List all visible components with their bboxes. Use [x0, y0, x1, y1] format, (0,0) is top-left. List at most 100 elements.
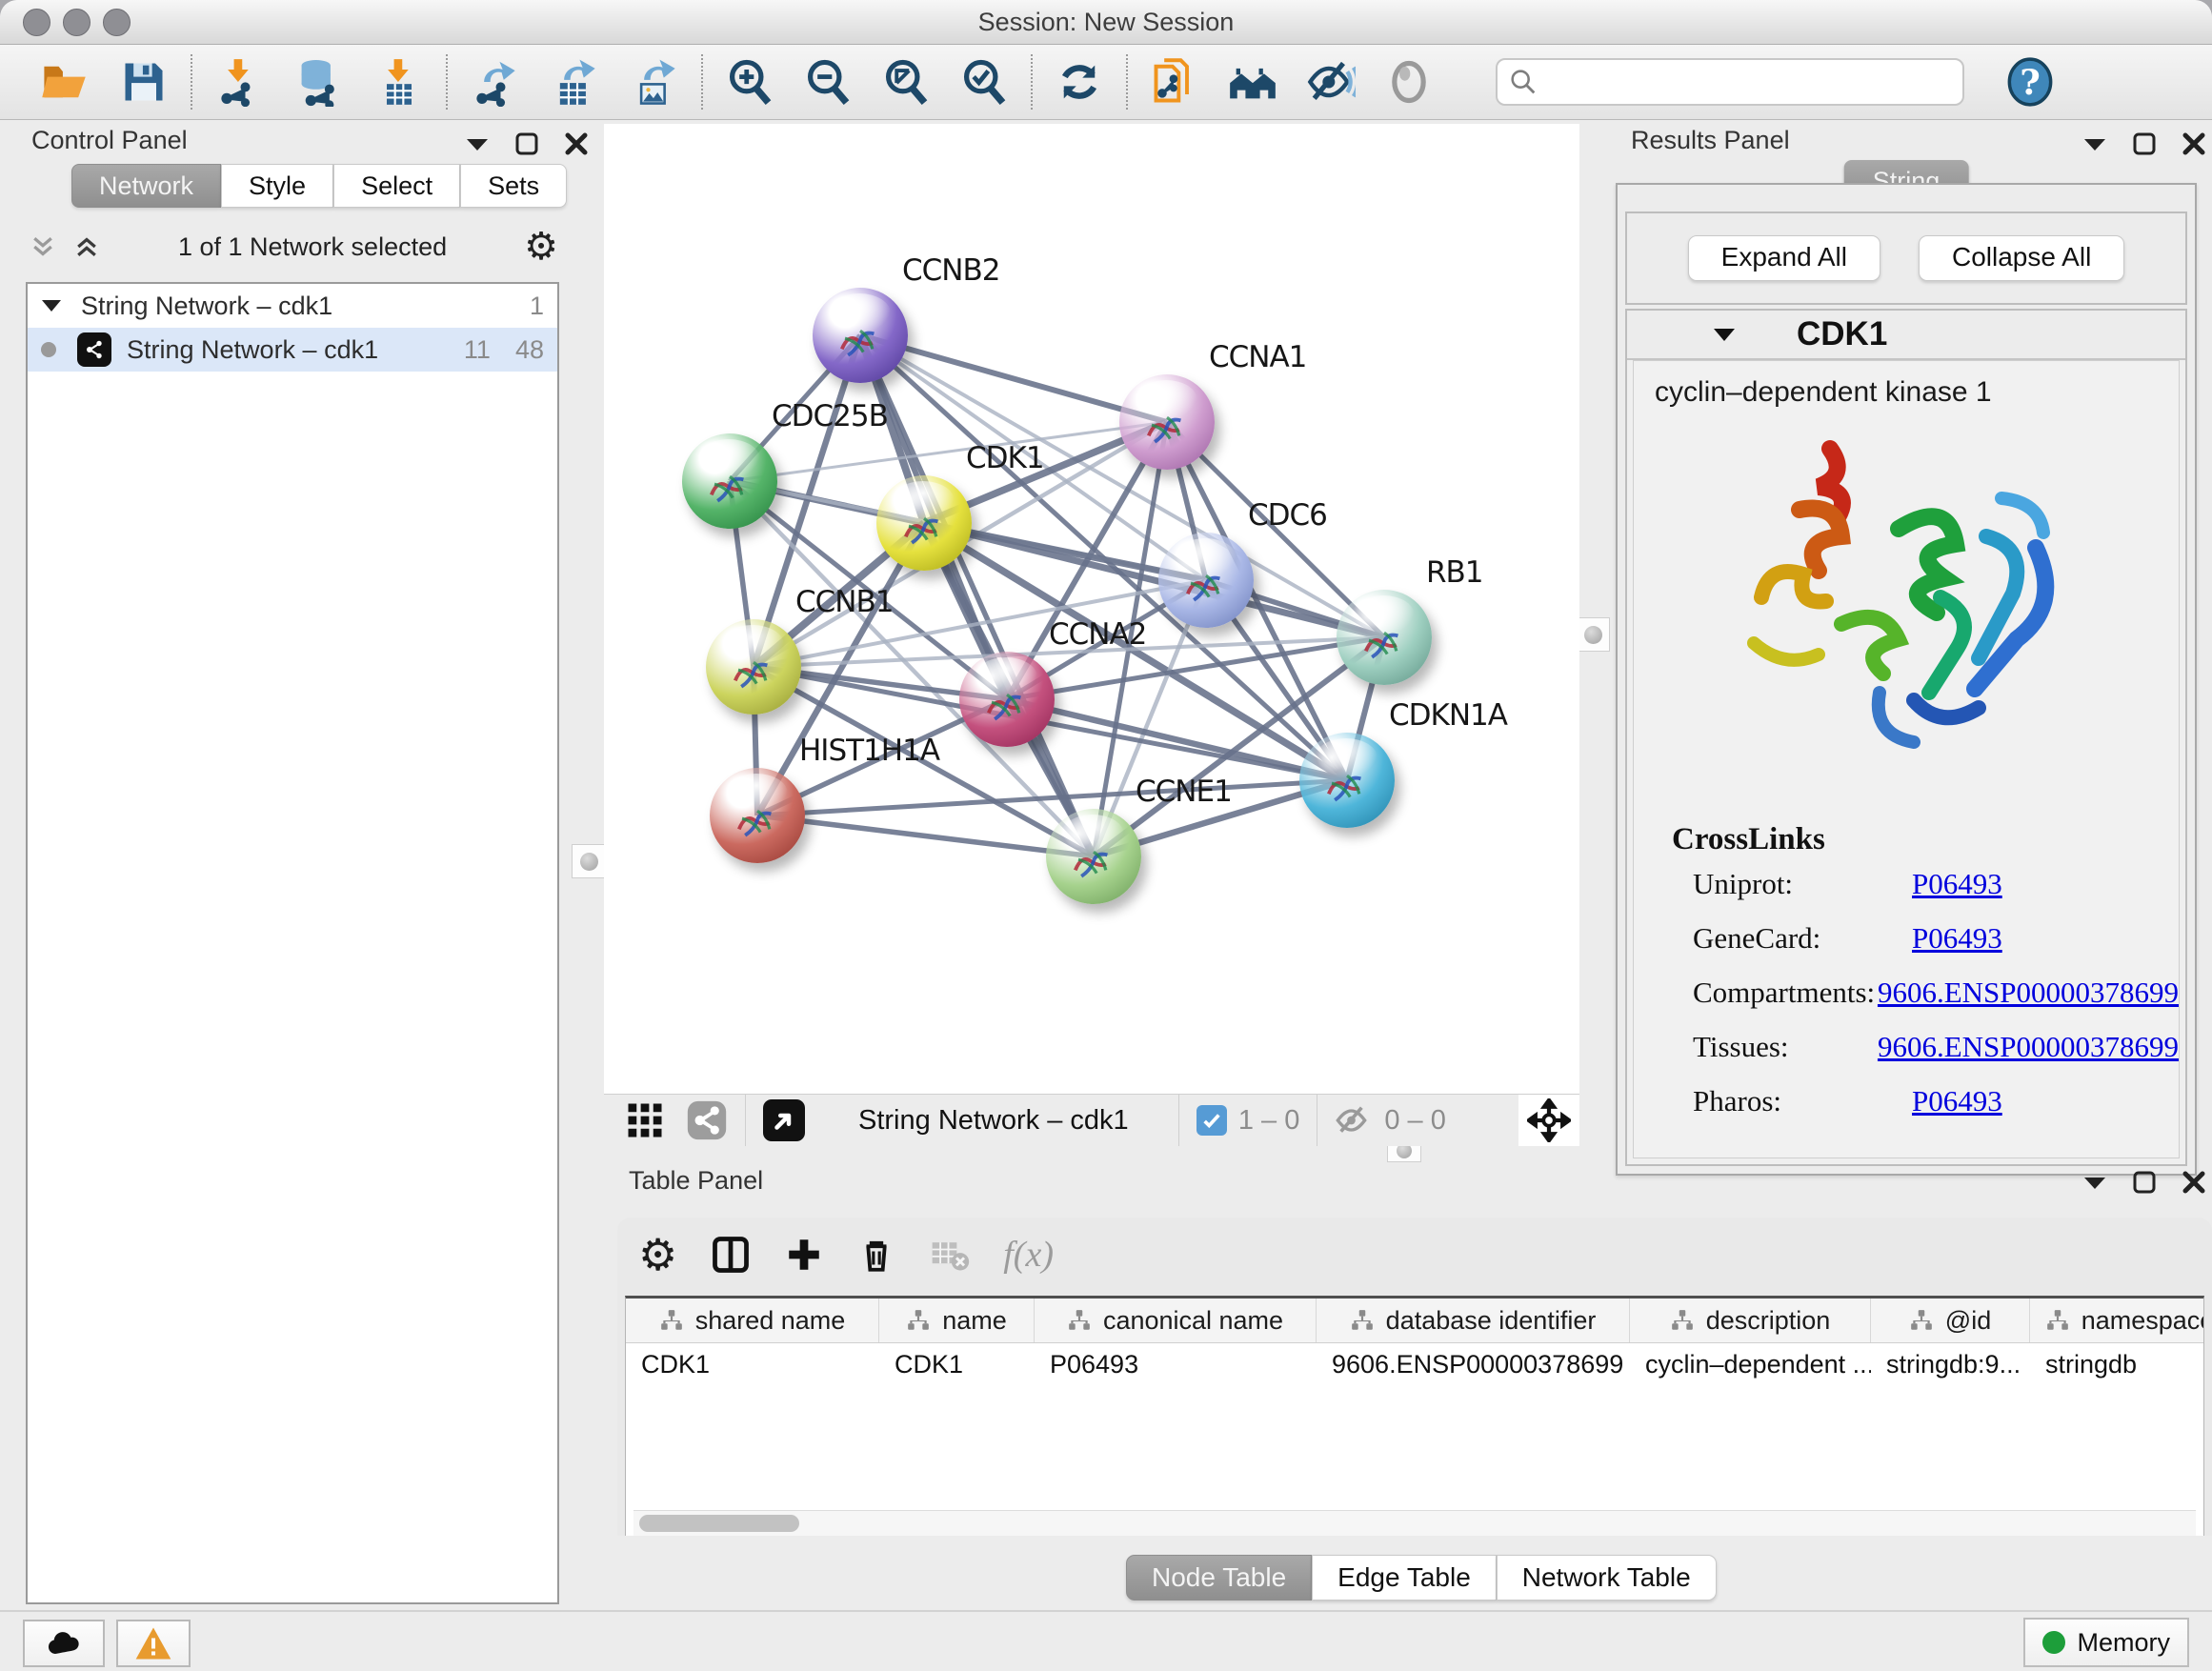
save-session-icon[interactable]: [118, 56, 170, 108]
column-header-shared-name[interactable]: shared name: [626, 1299, 879, 1342]
panel-menu-icon[interactable]: [465, 135, 490, 152]
share-view-icon[interactable]: [686, 1099, 728, 1141]
birdseye-view-icon[interactable]: [763, 1099, 805, 1141]
table-cell[interactable]: CDK1: [626, 1350, 879, 1379]
network-row[interactable]: String Network – cdk1 11 48: [28, 328, 557, 372]
show-columns-icon[interactable]: [710, 1234, 752, 1276]
column-header-namespace[interactable]: namespace: [2030, 1299, 2204, 1342]
column-header-description[interactable]: description: [1630, 1299, 1871, 1342]
network-node-cdc6[interactable]: [1158, 533, 1254, 628]
open-session-icon[interactable]: [38, 56, 90, 108]
delete-column-icon[interactable]: [856, 1235, 896, 1275]
collection-expander-icon[interactable]: [41, 298, 62, 313]
search-box[interactable]: [1496, 58, 1964, 106]
network-node-ccnb2[interactable]: [813, 288, 908, 383]
table-cell[interactable]: stringdb:9...: [1871, 1350, 2030, 1379]
export-network-icon[interactable]: [469, 56, 520, 108]
crosslink-link[interactable]: P06493: [1912, 1084, 2002, 1118]
memory-button[interactable]: Memory: [2023, 1618, 2189, 1667]
maximize-window-button[interactable]: [103, 9, 131, 36]
crosslink-link[interactable]: P06493: [1912, 921, 2002, 956]
table-cell[interactable]: P06493: [1035, 1350, 1317, 1379]
selected-checkbox-icon[interactable]: [1196, 1105, 1227, 1136]
network-node-cdkn1a[interactable]: [1299, 733, 1395, 828]
network-node-ccne1[interactable]: [1046, 809, 1141, 904]
network-node-cdk1[interactable]: [876, 475, 972, 571]
network-edge[interactable]: [860, 335, 1094, 856]
pan-tool[interactable]: [1518, 1095, 1579, 1146]
right-splitter-grip[interactable]: [1576, 617, 1610, 652]
minimize-window-button[interactable]: [63, 9, 90, 36]
zoom-out-icon[interactable]: [802, 56, 854, 108]
expand-all-button[interactable]: Expand All: [1688, 235, 1880, 281]
panel-float-icon[interactable]: [2132, 1170, 2157, 1195]
table-cell[interactable]: 9606.ENSP00000378699: [1317, 1350, 1630, 1379]
table-horizontal-scrollbar[interactable]: [633, 1510, 2196, 1536]
help-icon[interactable]: ?: [2004, 56, 2056, 108]
node-gloss: [1135, 380, 1197, 420]
search-input[interactable]: [1539, 67, 1953, 98]
svg-text:?: ?: [2020, 61, 2041, 103]
grid-view-icon[interactable]: [625, 1100, 665, 1140]
export-table-icon[interactable]: [549, 56, 600, 108]
table-cell[interactable]: stringdb: [2030, 1350, 2204, 1379]
zoom-in-icon[interactable]: [724, 56, 775, 108]
network-canvas[interactable]: CCNB2CCNA1CDC25BCDK1CDC6RB1CCNB1CCNA2CDK…: [604, 124, 1579, 1094]
zoom-fit-icon[interactable]: [880, 56, 932, 108]
collapse-all-button[interactable]: Collapse All: [1919, 235, 2124, 281]
panel-float-icon[interactable]: [514, 131, 539, 156]
import-network-file-icon[interactable]: [213, 56, 265, 108]
export-image-icon[interactable]: [629, 56, 680, 108]
close-window-button[interactable]: [23, 9, 50, 36]
column-header--id[interactable]: @id: [1871, 1299, 2030, 1342]
network-options-gear-icon[interactable]: ⚙: [524, 225, 558, 269]
tab-select[interactable]: Select: [333, 164, 460, 208]
network-node-ccna2[interactable]: [959, 652, 1055, 747]
network-node-ccnb1[interactable]: [706, 619, 801, 715]
network-node-rb1[interactable]: [1337, 590, 1432, 685]
memory-status-icon: [2042, 1631, 2065, 1654]
network-edge[interactable]: [757, 815, 1094, 856]
gene-section-header[interactable]: CDK1: [1627, 311, 2185, 360]
table-cell[interactable]: CDK1: [879, 1350, 1035, 1379]
crosslink-link[interactable]: 9606.ENSP00000378699: [1878, 1030, 2179, 1064]
warning-status-button[interactable]: [116, 1620, 191, 1667]
network-node-hist1h1a[interactable]: [710, 768, 805, 863]
tab-sets[interactable]: Sets: [460, 164, 567, 208]
left-splitter-grip[interactable]: [572, 844, 606, 878]
table-tabs: Node Table Edge Table Network Table: [1126, 1555, 1717, 1601]
panel-menu-icon[interactable]: [2082, 1174, 2107, 1191]
tab-network-table[interactable]: Network Table: [1497, 1555, 1717, 1601]
crosslink-link[interactable]: P06493: [1912, 867, 2002, 901]
open-in-string-icon[interactable]: [1149, 56, 1200, 108]
tab-style[interactable]: Style: [221, 164, 333, 208]
table-row[interactable]: CDK1CDK1P064939606.ENSP00000378699cyclin…: [626, 1343, 2203, 1385]
import-table-file-icon[interactable]: [373, 56, 425, 108]
add-column-icon[interactable]: [784, 1235, 824, 1275]
import-network-database-icon[interactable]: [293, 56, 345, 108]
column-header-name[interactable]: name: [879, 1299, 1035, 1342]
tab-edge-table[interactable]: Edge Table: [1312, 1555, 1497, 1601]
panel-close-icon[interactable]: [564, 131, 589, 156]
column-header-database-identifier[interactable]: database identifier: [1317, 1299, 1630, 1342]
network-node-cdc25b[interactable]: [682, 433, 777, 529]
crosslink-link[interactable]: 9606.ENSP00000378699: [1878, 976, 2179, 1010]
cloud-status-button[interactable]: [23, 1620, 105, 1667]
scrollbar-thumb[interactable]: [639, 1515, 799, 1532]
hide-selected-icon[interactable]: [1305, 56, 1357, 108]
column-header-canonical-name[interactable]: canonical name: [1035, 1299, 1317, 1342]
network-collection-row[interactable]: String Network – cdk1 1: [28, 284, 557, 328]
collapse-all-icon[interactable]: [29, 232, 57, 261]
refresh-icon[interactable]: [1054, 56, 1105, 108]
table-settings-gear-icon[interactable]: ⚙: [638, 1229, 677, 1280]
show-all-icon[interactable]: [1383, 56, 1435, 108]
panel-close-icon[interactable]: [2182, 1170, 2206, 1195]
first-neighbors-icon[interactable]: [1227, 56, 1278, 108]
tab-network[interactable]: Network: [71, 164, 221, 208]
zoom-selected-icon[interactable]: [958, 56, 1010, 108]
tab-node-table[interactable]: Node Table: [1126, 1555, 1312, 1601]
table-cell[interactable]: cyclin–dependent ...: [1630, 1350, 1871, 1379]
section-expander-icon[interactable]: [1713, 327, 1736, 343]
network-node-ccna1[interactable]: [1119, 374, 1215, 470]
expand-all-icon[interactable]: [72, 232, 101, 261]
